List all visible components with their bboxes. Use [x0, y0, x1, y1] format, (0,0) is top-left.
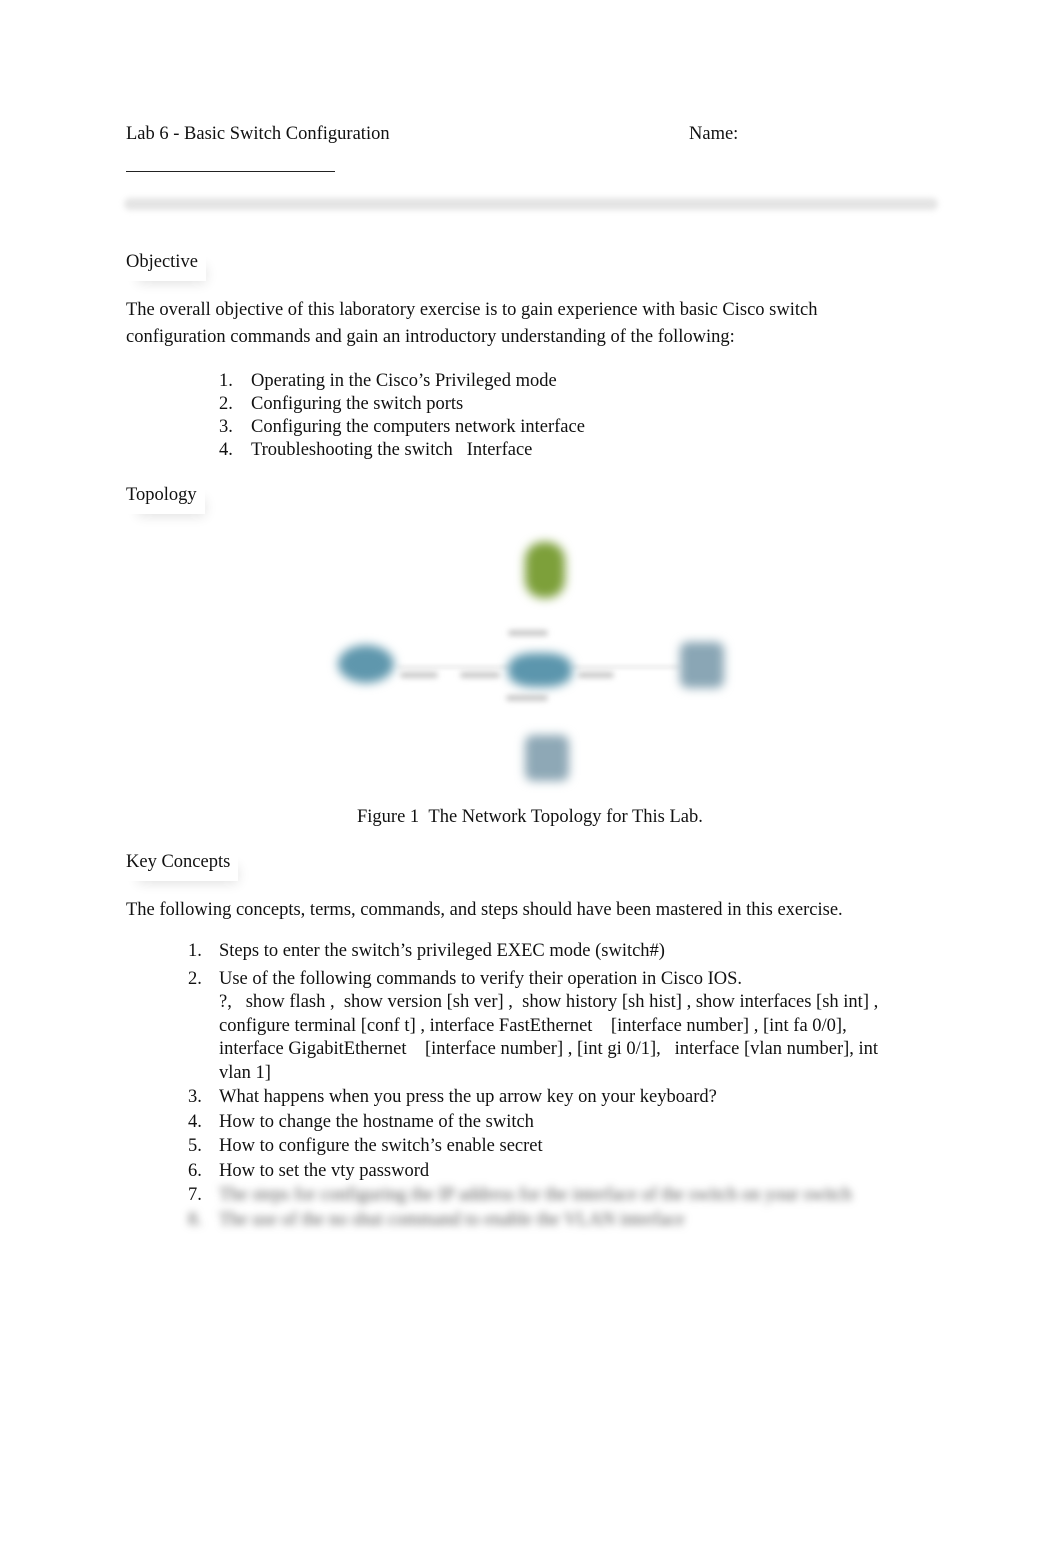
blurred-divider: [124, 198, 938, 210]
list-text: How to configure the switch’s enable sec…: [219, 1136, 543, 1156]
device-label: [506, 695, 548, 701]
blurred-list-text: The use of the no shut command to enable…: [219, 1209, 685, 1230]
list-number: 1.: [188, 941, 202, 961]
port-label: [508, 630, 548, 636]
name-blank-line: [126, 171, 335, 172]
port-label: [400, 672, 438, 678]
link-router-switch: [398, 666, 510, 668]
list-number: 2.: [219, 394, 233, 414]
list-text: What happens when you press the up arrow…: [219, 1087, 717, 1107]
list-number: 8.: [188, 1209, 202, 1230]
link-switch-pc-right: [572, 666, 680, 668]
document-title: Lab 6 - Basic Switch Configuration: [126, 124, 390, 144]
list-item: 2. Use of the following commands to verif…: [188, 968, 888, 1086]
list-item: 4. How to change the hostname of the swit…: [188, 1111, 888, 1135]
key-concepts-list: 1. Steps to enter the switch’s privileged…: [188, 940, 888, 1233]
list-item: 3. Configuring the computers network inte…: [219, 416, 585, 439]
port-label: [460, 672, 500, 678]
router-icon: [338, 645, 394, 683]
list-number: 1.: [219, 371, 233, 391]
list-text: Steps to enter the switch’s privileged E…: [219, 941, 665, 961]
objective-list: 1. Operating in the Cisco’s Privileged mo…: [219, 370, 585, 462]
list-text: Operating in the Cisco’s Privileged mode: [251, 371, 557, 391]
network-topology-figure: [320, 530, 740, 790]
port-label: [578, 672, 614, 678]
list-number: 2.: [188, 968, 202, 989]
list-text: How to change the hostname of the switch: [219, 1111, 534, 1132]
list-item: 7. The steps for configuring the IP addre…: [188, 1184, 888, 1208]
objective-paragraph: The overall objective of this laboratory…: [126, 300, 818, 347]
name-label: Name:: [689, 124, 739, 144]
list-number: 5.: [188, 1136, 202, 1156]
list-number: 3.: [188, 1087, 202, 1107]
figure-caption: Figure 1 The Network Topology for This L…: [357, 807, 703, 827]
key-concepts-heading: Key Concepts: [126, 852, 238, 881]
key-concepts-paragraph: The following concepts, terms, commands,…: [126, 900, 843, 920]
objective-heading: Objective: [126, 252, 206, 281]
list-item: 5. How to configure the switch’s enable s…: [188, 1135, 888, 1159]
list-text: Configuring the switch ports: [251, 394, 464, 414]
list-item: 8. The use of the no shut command to enab…: [188, 1209, 888, 1233]
list-text-main: Use of the following commands to verify …: [219, 968, 743, 989]
list-number: 3.: [219, 417, 233, 437]
list-number: 4.: [188, 1111, 202, 1132]
list-item: 1. Operating in the Cisco’s Privileged mo…: [219, 370, 585, 393]
switch-icon: [508, 653, 572, 687]
pc-icon: [525, 735, 569, 781]
list-item: 3. What happens when you press the up arr…: [188, 1086, 888, 1110]
list-item: 4. Troubleshooting the switch Interface: [219, 439, 585, 462]
list-number: 6.: [188, 1160, 202, 1181]
list-text: Troubleshooting the switch Interface: [251, 440, 533, 460]
list-text: How to set the vty password: [219, 1160, 430, 1181]
list-item: 2. Configuring the switch ports: [219, 393, 585, 416]
list-number: 7.: [188, 1185, 202, 1205]
blurred-list-text: The steps for configuring the IP address…: [219, 1185, 852, 1205]
topology-heading: Topology: [126, 485, 205, 514]
list-text: Configuring the computers network interf…: [251, 417, 585, 437]
command-list-text: ?, show flash , show version [sh ver] , …: [219, 992, 879, 1083]
pc-icon: [680, 642, 724, 688]
server-icon: [525, 542, 565, 598]
list-item: 1. Steps to enter the switch’s privileged…: [188, 940, 888, 964]
list-text: Use of the following commands to verify …: [219, 968, 888, 1086]
list-item: 6. How to set the vty password: [188, 1160, 888, 1184]
list-number: 4.: [219, 440, 233, 460]
